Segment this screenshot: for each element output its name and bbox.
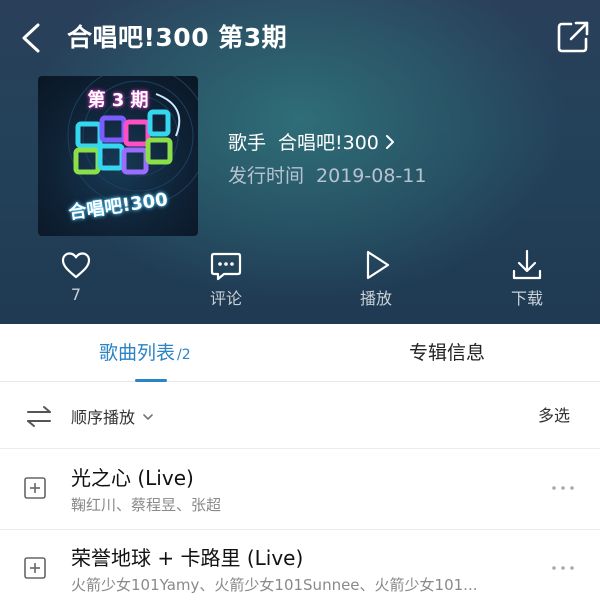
- play-order-dropdown[interactable]: 顺序播放: [71, 383, 153, 449]
- song-artists: 火箭少女101Yamy、火箭少女101Sunnee、火箭少女101...: [71, 576, 478, 594]
- play-mode-bar: 顺序播放 多选: [0, 383, 600, 449]
- song-row[interactable]: 光之心 (Live) 鞠红川、蔡程昱、张超: [0, 450, 600, 530]
- heart-icon: [61, 252, 91, 279]
- release-label: 发行时间: [228, 165, 305, 187]
- play-order-icon[interactable]: [26, 404, 52, 428]
- add-to-playlist-icon[interactable]: [24, 557, 46, 579]
- add-to-playlist-icon[interactable]: [24, 477, 46, 499]
- artist-link[interactable]: 歌手 合唱吧!300: [228, 128, 395, 158]
- tab-bar: 歌曲列表/2 专辑信息: [0, 324, 600, 382]
- song-artists: 鞠红川、蔡程昱、张超: [71, 496, 222, 514]
- play-triangle-icon: [366, 250, 390, 280]
- artist-name: 合唱吧!300: [278, 132, 379, 154]
- song-row[interactable]: 荣誉地球 + 卡路里 (Live) 火箭少女101Yamy、火箭少女101Sun…: [0, 530, 600, 615]
- album-cover[interactable]: 第 3 期 合唱吧!300: [38, 76, 198, 236]
- more-options-icon[interactable]: [549, 558, 577, 578]
- page-title: 合唱吧!300 第3期: [67, 23, 288, 52]
- comment-button[interactable]: 评论: [186, 248, 266, 309]
- like-count: 7: [70, 285, 82, 304]
- chevron-down-icon: [143, 383, 153, 449]
- play-label: 播放: [359, 289, 392, 308]
- download-icon: [512, 249, 542, 280]
- cover-episode-text: 第 3 期: [87, 90, 149, 111]
- download-button[interactable]: 下载: [487, 248, 567, 309]
- chevron-right-icon: [385, 129, 395, 159]
- comment-label: 评论: [209, 289, 242, 308]
- artist-label: 歌手: [228, 132, 267, 154]
- release-date: 2019-08-11: [316, 165, 427, 187]
- album-header: 合唱吧!300 第3期 第 3 期 合唱吧!300 歌手 合唱吧!300 发行时…: [0, 0, 600, 324]
- download-label: 下载: [510, 289, 543, 308]
- active-tab-indicator: [135, 379, 167, 382]
- top-bar: 合唱吧!300 第3期: [0, 0, 600, 75]
- back-button[interactable]: [14, 18, 50, 58]
- multi-select-button[interactable]: 多选: [538, 383, 570, 449]
- song-title: 光之心 (Live): [71, 466, 194, 490]
- play-button[interactable]: 播放: [336, 248, 416, 309]
- song-title: 荣誉地球 + 卡路里 (Live): [71, 546, 304, 570]
- more-options-icon[interactable]: [549, 478, 577, 498]
- song-count: /2: [177, 347, 191, 363]
- comment-bubble-icon: [210, 252, 242, 281]
- tab-song-list[interactable]: 歌曲列表/2: [99, 324, 191, 382]
- tab-album-info[interactable]: 专辑信息: [409, 324, 485, 382]
- like-button[interactable]: 7: [36, 248, 116, 304]
- share-button[interactable]: [554, 18, 592, 56]
- release-info: 发行时间 2019-08-11: [228, 161, 426, 191]
- tab-album-info-label: 专辑信息: [409, 342, 486, 364]
- share-external-icon: [557, 21, 589, 53]
- tab-song-list-label: 歌曲列表: [99, 342, 176, 364]
- chevron-left-icon: [22, 23, 40, 53]
- play-order-label: 顺序播放: [71, 408, 136, 427]
